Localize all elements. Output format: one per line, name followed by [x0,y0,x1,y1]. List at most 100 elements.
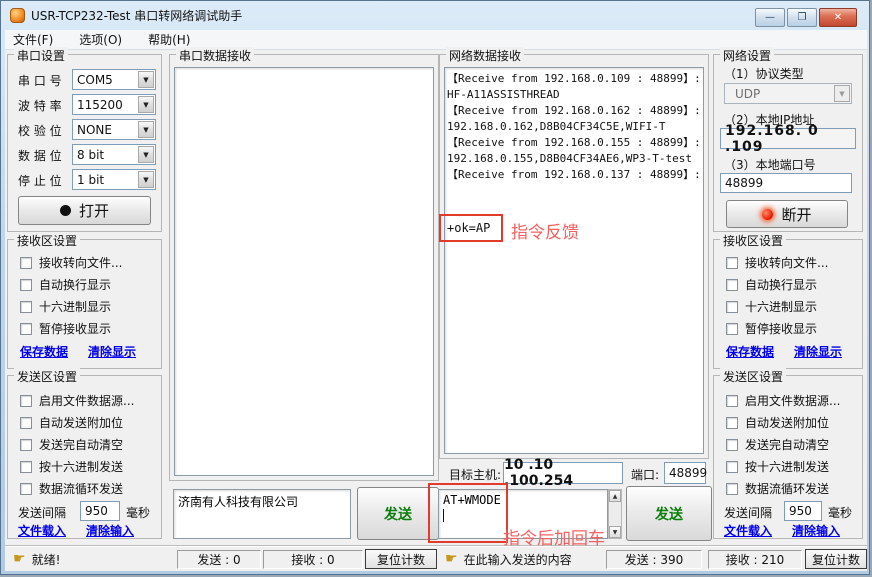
parity-label: 校 验 位 [18,122,62,139]
maximize-button[interactable]: ❐ [787,8,817,27]
app-window: USR-TCP232-Test 串口转网络调试助手 — ❐ ✕ 文件(F) 选项… [0,0,870,575]
interval-input[interactable]: 950 [784,501,822,521]
status-bar: ☛ 就绪! 发送 : 0 接收 : 0 复位计数 ☛ 在此输入发送的内容 发送 … [5,546,867,571]
checkbox-loop-send[interactable]: 数据流循环发送 [726,480,829,497]
title-bar: USR-TCP232-Test 串口转网络调试助手 — ❐ ✕ [1,1,869,30]
chevron-down-icon[interactable]: ▼ [138,71,154,88]
serial-settings-title: 串口设置 [14,47,68,64]
recv-line: 192.168.0.162,D8B04CF34C5E,WIFI-T [447,119,701,135]
interval-unit-label: 毫秒 [828,504,852,521]
checkbox-recv-to-file[interactable]: 接收转向文件... [20,254,122,271]
checkbox-hex-send[interactable]: 按十六进制发送 [20,458,123,475]
checkbox-icon[interactable] [726,323,738,335]
reset-count-button-left[interactable]: 复位计数 [365,549,437,569]
recv-line: 【Receive from 192.168.0.109 : 48899】: [447,71,701,87]
checkbox-hex-send[interactable]: 按十六进制发送 [726,458,829,475]
chevron-down-icon[interactable]: ▼ [138,146,154,163]
checkbox-pause-recv[interactable]: 暂停接收显示 [726,320,817,337]
checkbox-icon[interactable] [726,483,738,495]
serial-send-button[interactable]: 发送 [357,487,439,540]
checkbox-icon[interactable] [20,257,32,269]
com-port-select[interactable]: COM5 ▼ [72,69,156,90]
clear-display-link[interactable]: 清除显示 [794,343,842,360]
disconnect-button[interactable]: 断开 [726,200,848,228]
network-recv-group: 网络数据接收 【Receive from 192.168.0.109 : 488… [439,54,709,459]
checkbox-recv-to-file[interactable]: 接收转向文件... [726,254,828,271]
checkbox-auto-append[interactable]: 自动发送附加位 [726,414,829,431]
checkbox-icon[interactable] [726,257,738,269]
stop-bits-label: 停 止 位 [18,172,62,189]
checkbox-loop-send[interactable]: 数据流循环发送 [20,480,123,497]
send-input-scrollbar[interactable]: ▲ ▼ [608,489,622,539]
menu-help[interactable]: 帮助(H) [148,31,190,48]
checkbox-icon[interactable] [20,323,32,335]
interval-unit-label: 毫秒 [126,504,150,521]
scroll-down-icon[interactable]: ▼ [609,526,621,538]
interval-input[interactable]: 950 [80,501,120,521]
chevron-down-icon[interactable]: ▼ [138,121,154,138]
checkbox-file-source[interactable]: 启用文件数据源... [726,392,840,409]
data-bits-select[interactable]: 8 bit ▼ [72,144,156,165]
save-data-link[interactable]: 保存数据 [20,343,68,360]
checkbox-icon[interactable] [20,301,32,313]
checkbox-hex-display[interactable]: 十六进制显示 [726,298,817,315]
recv-line: HF-A11ASSISTHREAD [447,87,701,103]
checkbox-icon[interactable] [726,439,738,451]
baud-rate-select[interactable]: 115200 ▼ [72,94,156,115]
stop-bits-select[interactable]: 1 bit ▼ [72,169,156,190]
checkbox-auto-clear[interactable]: 发送完自动清空 [726,436,829,453]
local-port-label: （3）本地端口号 [724,156,816,173]
target-host-input[interactable]: 10 .10 .100.254 [503,462,623,484]
checkbox-hex-display[interactable]: 十六进制显示 [20,298,111,315]
local-ip-input[interactable]: 192.168. 0 .109 [720,128,856,149]
checkbox-icon[interactable] [20,483,32,495]
protocol-select[interactable]: UDP ▼ [724,83,852,104]
checkbox-icon[interactable] [20,279,32,291]
save-data-link[interactable]: 保存数据 [726,343,774,360]
checkbox-icon[interactable] [20,461,32,473]
protocol-label: （1）协议类型 [724,65,804,82]
clear-input-link[interactable]: 清除输入 [86,522,134,539]
reset-count-button-right[interactable]: 复位计数 [805,549,867,569]
parity-select[interactable]: NONE ▼ [72,119,156,140]
checkbox-icon[interactable] [726,417,738,429]
port-input[interactable]: 48899 [664,462,706,484]
load-file-link[interactable]: 文件载入 [724,522,772,539]
local-port-input[interactable]: 48899 [720,173,852,193]
checkbox-pause-recv[interactable]: 暂停接收显示 [20,320,111,337]
load-file-link[interactable]: 文件载入 [18,522,66,539]
checkbox-icon[interactable] [726,461,738,473]
checkbox-icon[interactable] [726,301,738,313]
menu-options[interactable]: 选项(O) [79,31,122,48]
serial-recv-textarea[interactable] [174,67,434,476]
close-button[interactable]: ✕ [819,8,857,27]
chevron-down-icon[interactable]: ▼ [138,96,154,113]
serial-send-input[interactable]: 济南有人科技有限公司 [173,489,351,539]
chevron-down-icon[interactable]: ▼ [834,85,850,102]
com-port-label: 串 口 号 [18,72,62,89]
scroll-up-icon[interactable]: ▲ [609,490,621,502]
checkbox-icon[interactable] [20,395,32,407]
checkbox-icon[interactable] [726,279,738,291]
send-settings-title: 发送区设置 [720,368,786,385]
interval-label: 发送间隔 [724,504,772,521]
checkbox-auto-newline[interactable]: 自动换行显示 [726,276,817,293]
menu-file[interactable]: 文件(F) [13,31,53,48]
checkbox-auto-append[interactable]: 自动发送附加位 [20,414,123,431]
checkbox-icon[interactable] [20,439,32,451]
checkbox-auto-newline[interactable]: 自动换行显示 [20,276,111,293]
clear-input-link[interactable]: 清除输入 [792,522,840,539]
checkbox-icon[interactable] [20,417,32,429]
data-bits-label: 数 据 位 [18,147,62,164]
network-send-button[interactable]: 发送 [626,486,712,541]
chevron-down-icon[interactable]: ▼ [138,171,154,188]
checkbox-icon[interactable] [726,395,738,407]
recv-line: 【Receive from 192.168.0.162 : 48899】: [447,103,701,119]
clear-display-link[interactable]: 清除显示 [88,343,136,360]
open-serial-button[interactable]: 打开 [18,196,151,225]
recv-settings-group-left: 接收区设置 接收转向文件... 自动换行显示 十六进制显示 暂停接收显示 保存数… [7,239,162,369]
minimize-button[interactable]: — [755,8,785,27]
checkbox-file-source[interactable]: 启用文件数据源... [20,392,134,409]
network-recv-textarea[interactable]: 【Receive from 192.168.0.109 : 48899】: HF… [444,67,704,454]
checkbox-auto-clear[interactable]: 发送完自动清空 [20,436,123,453]
